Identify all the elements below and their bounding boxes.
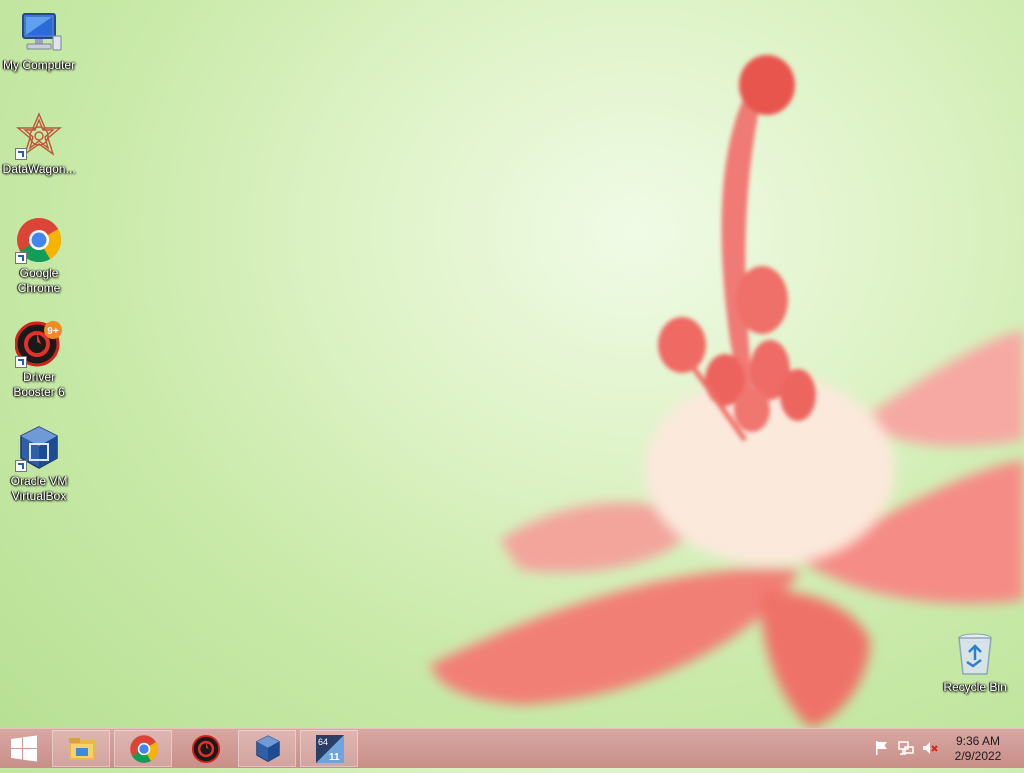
- desktop-icon-google-chrome[interactable]: Google Chrome: [1, 216, 77, 296]
- desktop-icon-driver-booster[interactable]: 9+ Driver Booster 6: [1, 320, 77, 400]
- app-badge-top: 64: [318, 737, 328, 747]
- desktop-icon-label: Oracle VM VirtualBox: [10, 474, 68, 503]
- network-icon[interactable]: [897, 739, 915, 757]
- desktop-icon-label: DataWagon...: [2, 162, 76, 176]
- desktop-icon-label: Recycle Bin: [943, 680, 1007, 694]
- driver-booster-icon: 9+: [14, 320, 63, 368]
- computer-icon: [15, 8, 63, 56]
- system-clock[interactable]: 9:36 AM 2/9/2022: [948, 734, 1008, 764]
- clock-time: 9:36 AM: [955, 734, 1001, 748]
- taskbar: 64 11 9:36 AM 2/9/2022: [0, 728, 1024, 768]
- desktop-icon-datawagon[interactable]: DataWagon...: [1, 112, 77, 177]
- taskbar-app-64-11[interactable]: 64 11: [300, 730, 358, 767]
- desktop-icon-virtualbox[interactable]: Oracle VM VirtualBox: [1, 424, 77, 504]
- datawagon-icon: [15, 112, 63, 160]
- virtualbox-icon: [256, 735, 280, 763]
- taskbar-file-explorer[interactable]: [52, 730, 110, 767]
- shortcut-arrow-icon: [15, 460, 27, 472]
- windows-logo-icon: [11, 735, 37, 762]
- driver-booster-icon: [191, 734, 221, 764]
- recycle-bin-icon: [951, 630, 999, 678]
- volume-muted-icon[interactable]: [921, 739, 939, 757]
- clock-date: 2/9/2022: [954, 749, 1002, 763]
- action-center-flag-icon[interactable]: [873, 739, 891, 757]
- file-explorer-icon: [69, 738, 95, 760]
- app-64-11-icon: 64 11: [316, 735, 344, 763]
- taskbar-chrome[interactable]: [114, 730, 172, 767]
- desktop-icon-label: My Computer: [2, 58, 76, 72]
- shortcut-arrow-icon: [15, 252, 27, 264]
- desktop-icon-label: Google Chrome: [17, 266, 61, 295]
- wallpaper: [430, 55, 1024, 728]
- start-button[interactable]: [0, 729, 48, 768]
- chrome-icon: [15, 216, 63, 264]
- taskbar-virtualbox[interactable]: [238, 730, 296, 767]
- virtualbox-icon: [15, 424, 63, 472]
- chrome-icon: [130, 735, 158, 763]
- desktop-icon-label: Driver Booster 6: [13, 370, 65, 399]
- driver-booster-badge: 9+: [47, 326, 59, 337]
- taskbar-driver-booster[interactable]: [176, 730, 234, 767]
- desktop-icon-my-computer[interactable]: My Computer: [1, 8, 77, 73]
- shortcut-arrow-icon: [15, 148, 27, 160]
- shortcut-arrow-icon: [15, 356, 27, 368]
- app-badge-bottom: 11: [329, 752, 340, 763]
- desktop-icon-recycle-bin[interactable]: Recycle Bin: [937, 630, 1013, 695]
